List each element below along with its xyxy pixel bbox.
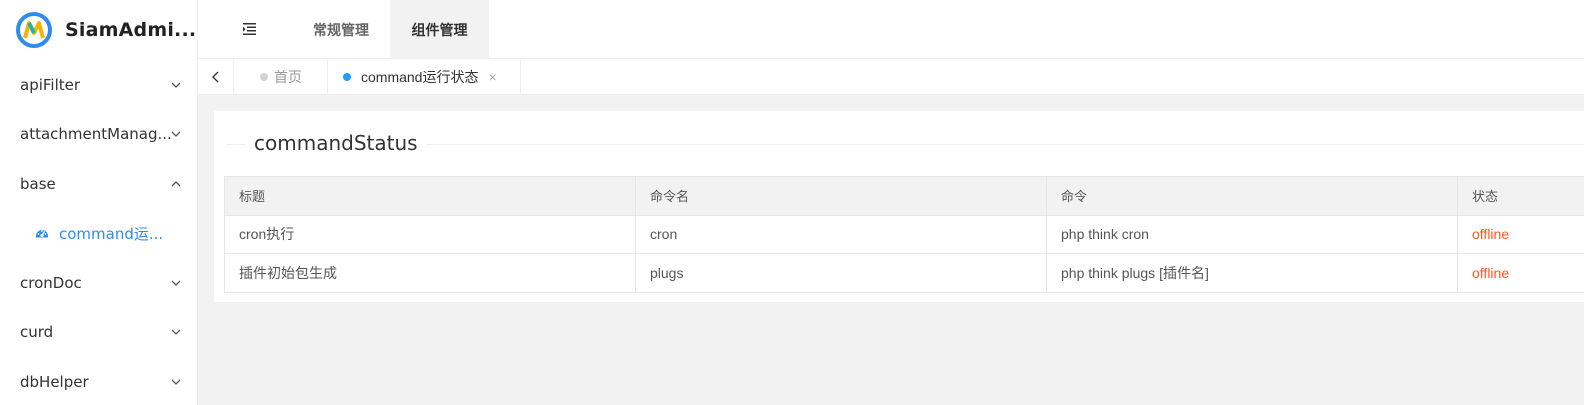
tabs-prev-button[interactable]: [198, 59, 234, 95]
logo-icon: [16, 12, 52, 48]
table-row[interactable]: 插件初始包生成 plugs php think plugs [插件名] offl…: [224, 253, 1584, 293]
col-header-name: 命令名: [635, 176, 1047, 216]
sidebar-item-attachmentmanager[interactable]: attachmentManag...: [0, 110, 197, 160]
col-header-status: 状态: [1457, 176, 1584, 216]
sidebar-item-dbhelper[interactable]: dbHelper: [0, 357, 197, 405]
sidebar-item-apifilter[interactable]: apiFilter: [0, 60, 197, 110]
sidebar: SiamAdmi... apiFilter attachmentManag...…: [0, 0, 198, 405]
sidebar-item-label: curd: [20, 323, 54, 342]
sidebar-item-label: dbHelper: [20, 372, 89, 391]
top-header: 常规管理 组件管理: [198, 0, 1584, 59]
cell-name: cron: [635, 214, 1047, 254]
col-header-command: 命令: [1046, 176, 1458, 216]
sidebar-item-label: attachmentManag...: [20, 125, 172, 144]
top-tab-general[interactable]: 常规管理: [292, 0, 390, 59]
table-row[interactable]: cron执行 cron php think cron offline: [224, 214, 1584, 254]
command-status-table: 标题 命令名 命令 状态 cron执行 cron php think cron …: [224, 176, 1584, 293]
chevron-down-icon: [171, 379, 181, 385]
tab-dot: [260, 73, 268, 81]
page-tabs-bar: 首页 command运行状态 ×: [198, 59, 1584, 95]
col-header-title: 标题: [224, 176, 636, 216]
sidebar-subitem-command-status[interactable]: command运...: [0, 209, 197, 259]
sidebar-menu: apiFilter attachmentManag... base comman…: [0, 60, 197, 405]
brand-name: SiamAdmi...: [65, 19, 197, 41]
brand[interactable]: SiamAdmi...: [0, 0, 197, 60]
close-icon[interactable]: ×: [488, 69, 496, 85]
cell-status: offline: [1457, 253, 1584, 293]
top-tab-components[interactable]: 组件管理: [390, 0, 489, 59]
tab-home-label: 首页: [274, 69, 302, 85]
cell-command: php think plugs [插件名]: [1046, 253, 1458, 293]
card-legend: commandStatus: [246, 131, 426, 155]
dashboard-icon: [36, 230, 48, 238]
chevron-down-icon: [171, 280, 181, 286]
tab-command-status[interactable]: command运行状态 ×: [328, 59, 521, 95]
menu-fold-icon[interactable]: [240, 20, 258, 38]
chevron-up-icon: [171, 180, 181, 187]
table-header-row: 标题 命令名 命令 状态: [224, 176, 1584, 216]
cell-title: 插件初始包生成: [224, 253, 636, 293]
chevron-down-icon: [171, 82, 181, 88]
chevron-down-icon: [171, 329, 181, 336]
sidebar-subitem-label: command运...: [59, 224, 164, 243]
chevron-down-icon: [171, 131, 181, 138]
cell-command: php think cron: [1046, 214, 1458, 254]
fieldset-divider: [226, 144, 1584, 145]
cell-status: offline: [1457, 214, 1584, 254]
content-card: commandStatus 标题 命令名 命令 状态 cron执行 cron p…: [214, 111, 1584, 302]
app-root: SiamAdmi... apiFilter attachmentManag...…: [0, 0, 1584, 405]
sidebar-item-crondoc[interactable]: cronDoc: [0, 258, 197, 308]
sidebar-item-base[interactable]: base: [0, 159, 197, 209]
sidebar-item-curd[interactable]: curd: [0, 308, 197, 358]
cell-title: cron执行: [224, 214, 636, 254]
tab-home[interactable]: 首页: [234, 59, 328, 95]
sidebar-item-label: base: [20, 174, 56, 193]
chevron-left-icon: [211, 71, 218, 83]
sidebar-item-label: apiFilter: [20, 75, 81, 94]
sidebar-item-label: cronDoc: [20, 273, 82, 292]
cell-name: plugs: [635, 253, 1047, 293]
tab-active-dot: [343, 73, 351, 81]
tab-active-label: command运行状态: [361, 69, 479, 85]
